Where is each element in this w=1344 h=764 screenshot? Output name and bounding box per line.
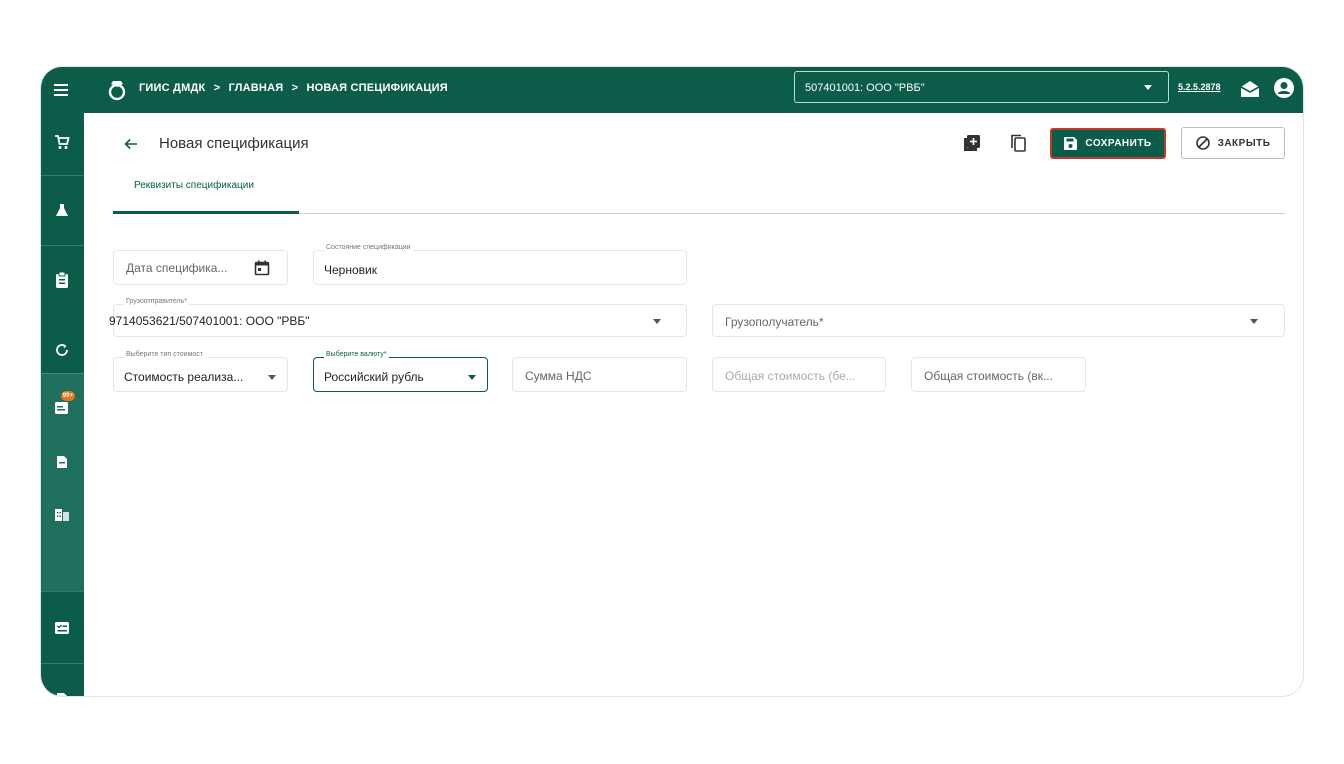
vat-sum-placeholder: Сумма НДС [525,369,592,383]
page-title: Новая спецификация [159,135,309,152]
version-link[interactable]: 5.2.5.2878 [1178,82,1221,92]
menu-icon[interactable] [51,81,71,99]
breadcrumb-current: НОВАЯ СПЕЦИФИКАЦИЯ [306,82,448,94]
cost-type-value: Стоимость реализа... [124,370,244,384]
tab-specification-details[interactable]: Реквизиты спецификации [134,180,254,191]
add-copy-icon[interactable] [962,133,982,153]
chevron-down-icon [468,375,476,380]
chevron-down-icon [1250,319,1258,324]
spec-state-label: Состояние спецификации [324,244,413,251]
cost-type-select[interactable]: Выберите тип стоимост Стоимость реализа.… [113,351,288,392]
sidebar-divider [41,373,84,374]
breadcrumb-separator: > [213,82,221,94]
flask-icon[interactable] [53,201,71,219]
spec-date-field[interactable]: Дата специфика... [113,250,288,285]
block-icon [1195,136,1210,150]
sidebar-divider [41,663,84,664]
calendar-icon[interactable] [254,260,270,281]
total-excl-vat-placeholder: Общая стоимость (бе... [725,369,856,383]
sync-icon[interactable] [53,341,71,359]
back-arrow-icon[interactable] [123,136,139,152]
buildings-icon[interactable] [53,505,71,523]
sidebar-divider [41,175,84,176]
ring-logo-icon[interactable] [105,78,129,102]
save-button-label: СОХРАНИТЬ [1085,138,1152,149]
sidebar-divider [41,245,84,246]
mail-icon[interactable] [1239,79,1261,99]
top-bar: ГИИС ДМДК > ГЛАВНАЯ > НОВАЯ СПЕЦИФИКАЦИЯ… [41,67,1303,113]
app-window: ГИИС ДМДК > ГЛАВНАЯ > НОВАЯ СПЕЦИФИКАЦИЯ… [40,66,1304,697]
currency-value: Российский рубль [324,370,424,384]
clipboard-icon[interactable] [53,271,71,289]
document-icon[interactable] [53,453,71,471]
account-icon[interactable] [1273,77,1295,99]
breadcrumb: ГИИС ДМДК > ГЛАВНАЯ > НОВАЯ СПЕЦИФИКАЦИЯ [139,82,453,94]
active-tab-indicator [113,211,299,214]
checklist-icon[interactable] [53,619,71,637]
organization-select-value: 507401001: ООО "РВБ" [805,82,925,94]
save-button[interactable]: СОХРАНИТЬ [1050,128,1166,159]
total-incl-vat-field[interactable]: Общая стоимость (вк... [911,357,1086,392]
notification-badge: 99+ [61,391,75,401]
chevron-down-icon [1144,85,1152,90]
copy-icon[interactable] [1008,133,1028,153]
breadcrumb-root[interactable]: ГИИС ДМДК [139,82,205,94]
cost-type-label: Выберите тип стоимост [124,351,205,358]
spec-state-field: Состояние спецификации Черновик [313,244,687,285]
currency-select[interactable]: Выберите валюту* Российский рубль [313,351,488,392]
consignee-select[interactable]: Грузополучатель* [712,304,1285,337]
floppy-icon [1064,137,1078,150]
chevron-down-icon [653,319,661,324]
chevron-down-icon [268,375,276,380]
total-incl-vat-placeholder: Общая стоимость (вк... [924,369,1053,383]
sidebar-divider [41,591,84,592]
vat-sum-field[interactable]: Сумма НДС [512,357,687,392]
currency-label: Выберите валюту* [324,351,389,358]
close-button[interactable]: ЗАКРЫТЬ [1181,127,1285,159]
close-button-label: ЗАКРЫТЬ [1217,137,1271,149]
breadcrumb-separator: > [291,82,299,94]
shipper-value: 9714053621/507401001: ООО "РВБ" [109,314,310,328]
file-icon[interactable] [53,690,71,696]
organization-select[interactable]: 507401001: ООО "РВБ" [794,71,1169,103]
cart-icon[interactable] [53,133,71,151]
total-excl-vat-field: Общая стоимость (бе... [712,357,886,392]
shipper-label: Грузоотправитель* [124,298,190,305]
spec-date-placeholder: Дата специфика... [126,261,228,275]
sidebar: 99+ [41,113,84,696]
consignee-placeholder: Грузополучатель* [725,315,824,329]
spec-state-value: Черновик [324,263,377,277]
breadcrumb-home[interactable]: ГЛАВНАЯ [229,82,284,94]
shipper-select[interactable]: Грузоотправитель* 9714053621/507401001: … [109,298,687,337]
